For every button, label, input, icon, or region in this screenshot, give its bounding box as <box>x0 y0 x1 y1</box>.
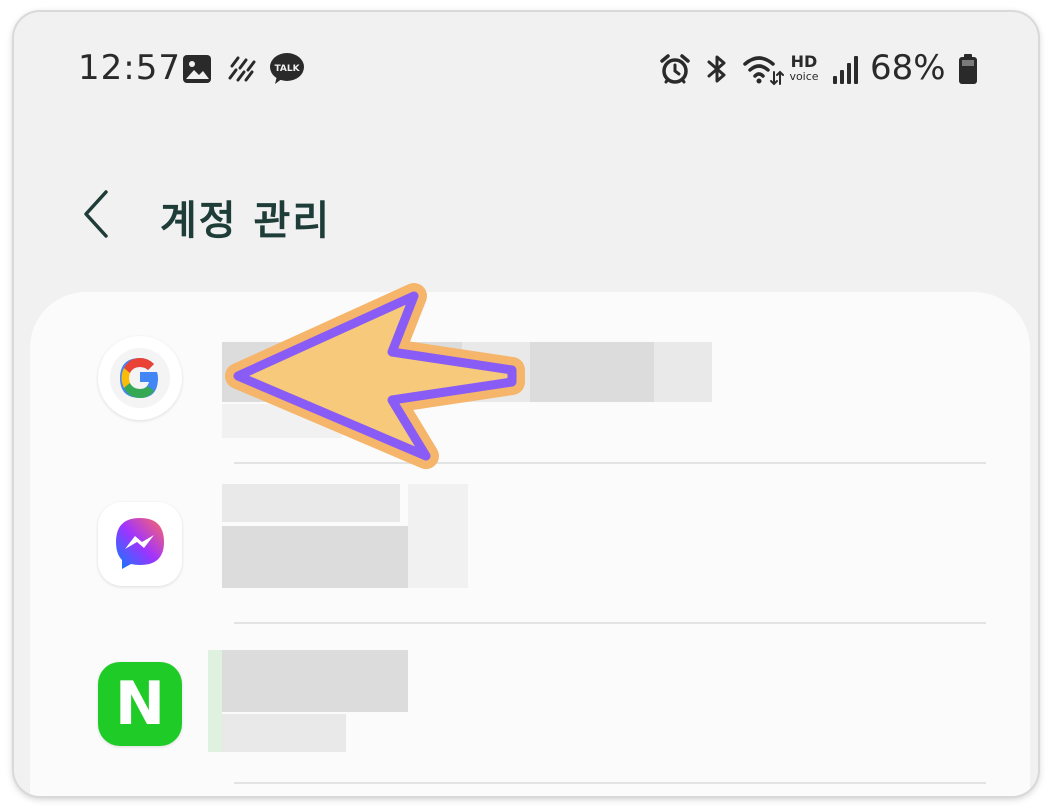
divider <box>234 782 986 784</box>
redacted-account-email <box>222 526 408 588</box>
phone-screen: 12:57 TALK HD voice 68% 계정 관리 N <box>14 12 1038 796</box>
voice-label: voice <box>789 70 819 83</box>
hd-label: HD <box>790 52 818 71</box>
naver-icon: N <box>98 662 182 746</box>
clock: 12:57 <box>78 48 181 88</box>
weather-icon <box>228 56 256 82</box>
page-title: 계정 관리 <box>160 198 332 244</box>
redacted-account-name <box>222 484 400 522</box>
redacted-account-name-dark <box>222 342 462 402</box>
status-bar: 12:57 TALK HD voice 68% <box>14 12 1038 122</box>
account-row-messenger[interactable] <box>30 464 1030 624</box>
battery-icon <box>959 54 977 84</box>
gallery-icon <box>183 55 211 83</box>
account-row-google[interactable] <box>30 292 1030 452</box>
back-button[interactable] <box>74 184 126 244</box>
redacted-account-name-dark <box>530 342 654 402</box>
messenger-icon <box>98 502 182 586</box>
signal-icon <box>833 56 858 84</box>
battery-percent: 68% <box>870 48 946 88</box>
redacted-account-email <box>222 404 342 438</box>
redacted-account-email-edge <box>408 484 468 588</box>
account-list: N <box>30 292 1030 796</box>
wifi-icon <box>743 56 784 86</box>
kakaotalk-label: TALK <box>274 64 300 74</box>
alarm-icon <box>660 54 690 84</box>
google-icon <box>98 336 182 420</box>
hd-voice-icon: HD voice <box>784 52 824 83</box>
chevron-left-icon <box>84 190 108 238</box>
naver-letter: N <box>114 669 166 739</box>
kakaotalk-icon: TALK <box>270 53 304 84</box>
redacted-account-email <box>208 714 346 752</box>
account-row-naver[interactable]: N <box>30 624 1030 784</box>
redacted-edge <box>208 650 222 752</box>
bluetooth-icon <box>707 55 726 83</box>
redacted-account-name <box>208 650 408 712</box>
